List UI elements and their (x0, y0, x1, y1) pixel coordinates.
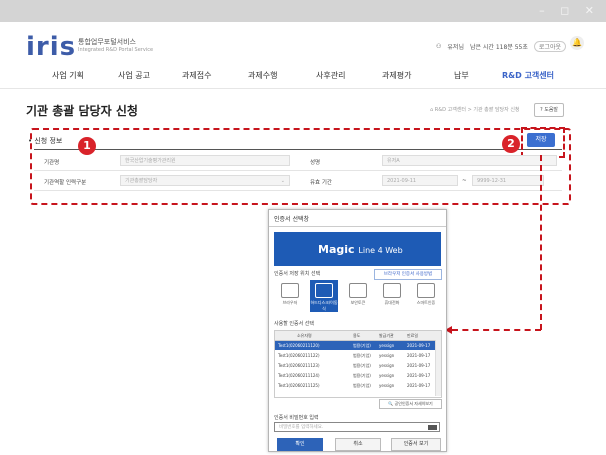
security-token-icon (349, 283, 367, 298)
harddisk-icon (315, 283, 333, 298)
date-separator: ~ (462, 178, 467, 184)
logout-button[interactable]: 로그아웃 (533, 41, 566, 52)
org-name-label: 기관명 (44, 160, 60, 166)
section-title: • 신청 정보 (28, 137, 63, 145)
nav-item-support[interactable]: R&D 고객센터 (502, 70, 554, 81)
search-icon: 🔍 (388, 401, 394, 406)
dialog-title: 인증서 선택창 (274, 216, 310, 223)
form-row-role: 기관역할 인력구분 기관총괄담당자 ⌄ 유효 기간 2021-09-11 ~ 9… (34, 172, 562, 191)
cert-table: 소유자명 용도 발급기관 만료일 Test1(02060211120) 범용(기… (274, 330, 442, 398)
ok-button[interactable]: 확인 (277, 438, 323, 451)
user-name: 유저님 (447, 44, 464, 51)
breadcrumb: ⌂ R&D 고객센터 > 기관 총괄 담당자 신청 (430, 107, 520, 113)
main-nav: 사업 기획 사업 공고 과제접수 과제수행 사후관리 과제평가 납부 R&D 고… (0, 62, 606, 89)
connector-line-horizontal (452, 329, 541, 331)
certificate-dialog: 인증서 선택창 Magic Line 4 Web 인증서 저장 위치 선택 브라… (268, 209, 447, 452)
dialog-divider (269, 226, 446, 227)
location-label: 인증서 저장 위치 선택 (274, 271, 321, 277)
user-icon: ⚇ (436, 43, 442, 50)
connector-line-vertical (540, 155, 542, 330)
nav-item-execution[interactable]: 과제수행 (248, 70, 277, 81)
session-timer: 남은 시간 118분 55초 (469, 44, 528, 51)
iris-logo[interactable]: iris (26, 32, 76, 62)
nav-item-followup[interactable]: 사후관리 (316, 70, 345, 81)
help-icon: ? (539, 107, 543, 113)
location-harddisk[interactable]: 하드디스크/이동식 (310, 280, 338, 312)
location-token[interactable]: 보안토큰 (344, 280, 372, 312)
cert-detail-button[interactable]: 🔍 공인인증서 자세히보기 (379, 399, 442, 409)
table-row[interactable]: Test1(02060211120) 범용(기업) yessign 2021-0… (275, 341, 435, 350)
person-name-field[interactable]: 유저A (382, 155, 557, 166)
home-icon[interactable]: ⌂ (430, 107, 433, 113)
chevron-down-icon: ⌄ (280, 178, 285, 184)
service-name: 통합업무포털서비스 (78, 38, 136, 46)
date-to-field[interactable]: 9999-12-31 (472, 175, 544, 186)
nav-item-evaluation[interactable]: 과제평가 (382, 70, 411, 81)
storage-location-list: 브라우저 하드디스크/이동식 보안토큰 휴대전화 스마트인증 (274, 280, 440, 312)
help-button[interactable]: ? 도움말 (534, 103, 564, 117)
window-title-bar: – ◻ ✕ (0, 0, 606, 22)
role-select[interactable]: 기관총괄담당자 ⌄ (120, 175, 290, 186)
smart-cert-icon (417, 283, 435, 298)
cert-list-label: 사용할 인증서 선택 (274, 321, 314, 327)
password-label: 인증서 비밀번호 입력 (274, 415, 319, 421)
col-expiry[interactable]: 만료일 (407, 333, 418, 339)
browser-cert-help-link[interactable]: 브라우저 인증서 사용방법 (374, 269, 442, 280)
cancel-button[interactable]: 취소 (335, 438, 381, 451)
table-row[interactable]: Test1(02060211125) 범용(기업) yessign 2021-0… (275, 381, 435, 390)
table-row[interactable]: Test1(02060211122) 범용(기업) yessign 2021-0… (275, 351, 435, 360)
banner-logo: Magic Line 4 Web (318, 243, 403, 256)
person-name-label: 성명 (310, 160, 321, 166)
section-divider (34, 149, 562, 150)
service-subtitle: Integrated R&D Portal Service (78, 47, 154, 53)
nav-item-payment[interactable]: 납부 (454, 70, 469, 81)
col-usage[interactable]: 용도 (353, 333, 360, 339)
nav-item-announcement[interactable]: 사업 공고 (118, 70, 150, 81)
magicline-banner: Magic Line 4 Web (274, 232, 441, 266)
browser-icon (281, 283, 299, 298)
page-title: 기관 총괄 담당자 신청 (26, 104, 138, 118)
cert-table-header: 소유자명 용도 발급기관 만료일 (275, 331, 441, 341)
role-label: 기관역할 인력구분 (44, 180, 87, 186)
keyboard-icon[interactable] (428, 425, 437, 430)
table-row[interactable]: Test1(02060211123) 범용(기업) yessign 2021-0… (275, 361, 435, 370)
phone-icon (383, 283, 401, 298)
notification-bell-icon[interactable]: 🔔 (570, 36, 584, 50)
password-input[interactable]: 비밀번호를 입력하세요. (274, 422, 440, 432)
nav-item-planning[interactable]: 사업 기획 (52, 70, 84, 81)
org-name-field[interactable]: 한국산업기술평가관리원 (120, 155, 290, 166)
window-controls[interactable]: – ◻ ✕ (539, 4, 600, 17)
form-row-org: 기관명 한국산업기술평가관리원 성명 유저A (34, 152, 562, 171)
table-row[interactable]: Test1(02060211124) 범용(기업) yessign 2021-0… (275, 371, 435, 380)
col-issuer[interactable]: 발급기관 (379, 333, 394, 339)
date-from-field[interactable]: 2021-09-11 (382, 175, 458, 186)
col-owner[interactable]: 소유자명 (297, 333, 312, 339)
nav-item-submission[interactable]: 과제접수 (182, 70, 211, 81)
view-cert-button[interactable]: 인증서 보기 (391, 438, 441, 451)
cert-table-scrollbar[interactable] (435, 340, 441, 396)
location-smart[interactable]: 스마트인증 (412, 280, 440, 312)
save-button[interactable]: 저장 (527, 133, 555, 147)
user-area: ⚇ 유저님 남은 시간 118분 55초 로그아웃 (436, 41, 566, 52)
location-browser[interactable]: 브라우저 (276, 280, 304, 312)
step-marker-2: 2 (502, 135, 520, 153)
valid-period-label: 유효 기간 (310, 180, 332, 186)
site-header: iris 통합업무포털서비스 Integrated R&D Portal Ser… (0, 22, 606, 62)
location-phone[interactable]: 휴대전화 (378, 280, 406, 312)
